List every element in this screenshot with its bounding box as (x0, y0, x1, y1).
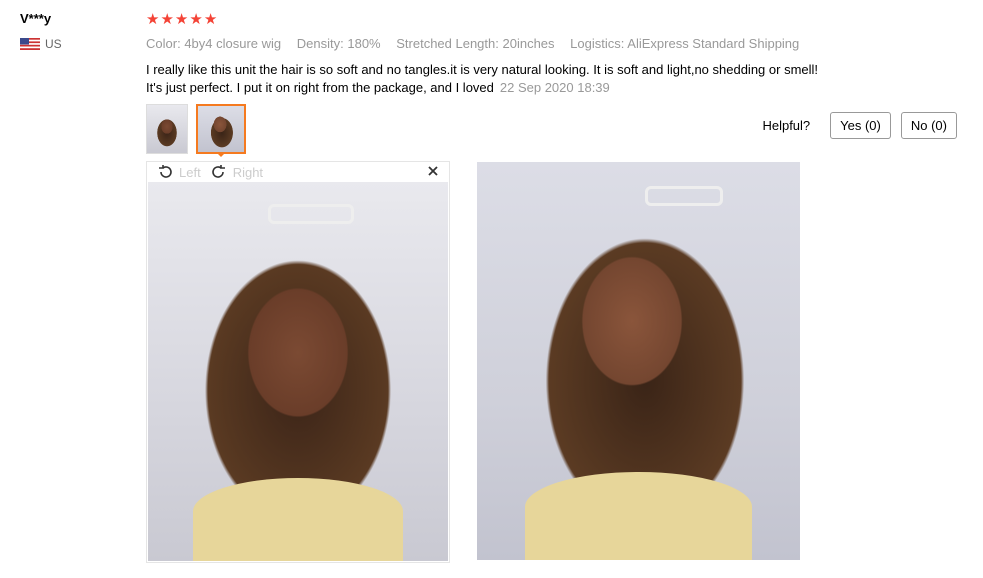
helpful-label: Helpful? (762, 118, 811, 133)
close-icon[interactable] (427, 165, 439, 177)
review-date: 22 Sep 2020 18:39 (499, 80, 610, 95)
review-line-2: It's just perfect. I put it on right fro… (146, 80, 610, 95)
star-icon: ★ (189, 10, 203, 28)
attr-logistics: Logistics: AliExpress Standard Shipping (570, 36, 800, 51)
rotate-left-label: Left (179, 164, 201, 180)
review-photo-large (148, 182, 448, 561)
review-text: I really like this unit the hair is so s… (146, 61, 906, 97)
hair-clip (268, 204, 354, 224)
star-icon: ★ (174, 10, 189, 28)
thumbnail-1[interactable] (146, 104, 188, 154)
rating-stars: ★ ★ ★ ★ ★ (146, 12, 218, 27)
active-thumbnail-caret (216, 152, 226, 157)
rotate-left-icon (159, 165, 172, 178)
reviewer-name: V***y (20, 11, 52, 26)
shirt-shape (525, 472, 752, 560)
review-photo-second (477, 162, 800, 560)
review-line-1: I really like this unit the hair is so s… (146, 62, 819, 77)
thumbnail-2[interactable] (196, 104, 246, 154)
star-icon: ★ (160, 10, 174, 28)
star-icon: ★ (146, 10, 160, 28)
country-code: US (45, 37, 62, 51)
attr-stretched-length: Stretched Length: 20inches (396, 36, 555, 51)
reviewer-country: US (20, 37, 62, 51)
image-viewer: Left Right (146, 161, 450, 563)
attr-density: Density: 180% (296, 36, 381, 51)
hair-clip (645, 186, 723, 206)
rotate-left-button[interactable]: Left (157, 165, 201, 180)
star-icon: ★ (203, 10, 218, 28)
thumbnail-image (198, 106, 244, 152)
us-flag-icon (20, 38, 40, 50)
helpful-no-button[interactable]: No (0) (900, 112, 957, 139)
rotate-right-label: Right (232, 164, 264, 180)
shirt-shape (193, 477, 403, 561)
helpful-votes: Helpful? Yes (0) No (0) (762, 112, 957, 139)
review-thumbnails (146, 104, 254, 154)
attr-color: Color: 4by4 closure wig (146, 36, 282, 51)
rotate-right-button[interactable]: Right (211, 165, 263, 180)
rotate-right-icon (211, 165, 225, 178)
helpful-yes-button[interactable]: Yes (0) (830, 112, 891, 139)
viewer-toolbar: Left Right (147, 162, 449, 182)
thumbnail-image (147, 105, 187, 153)
product-attributes: Color: 4by4 closure wig Density: 180% St… (146, 36, 811, 51)
